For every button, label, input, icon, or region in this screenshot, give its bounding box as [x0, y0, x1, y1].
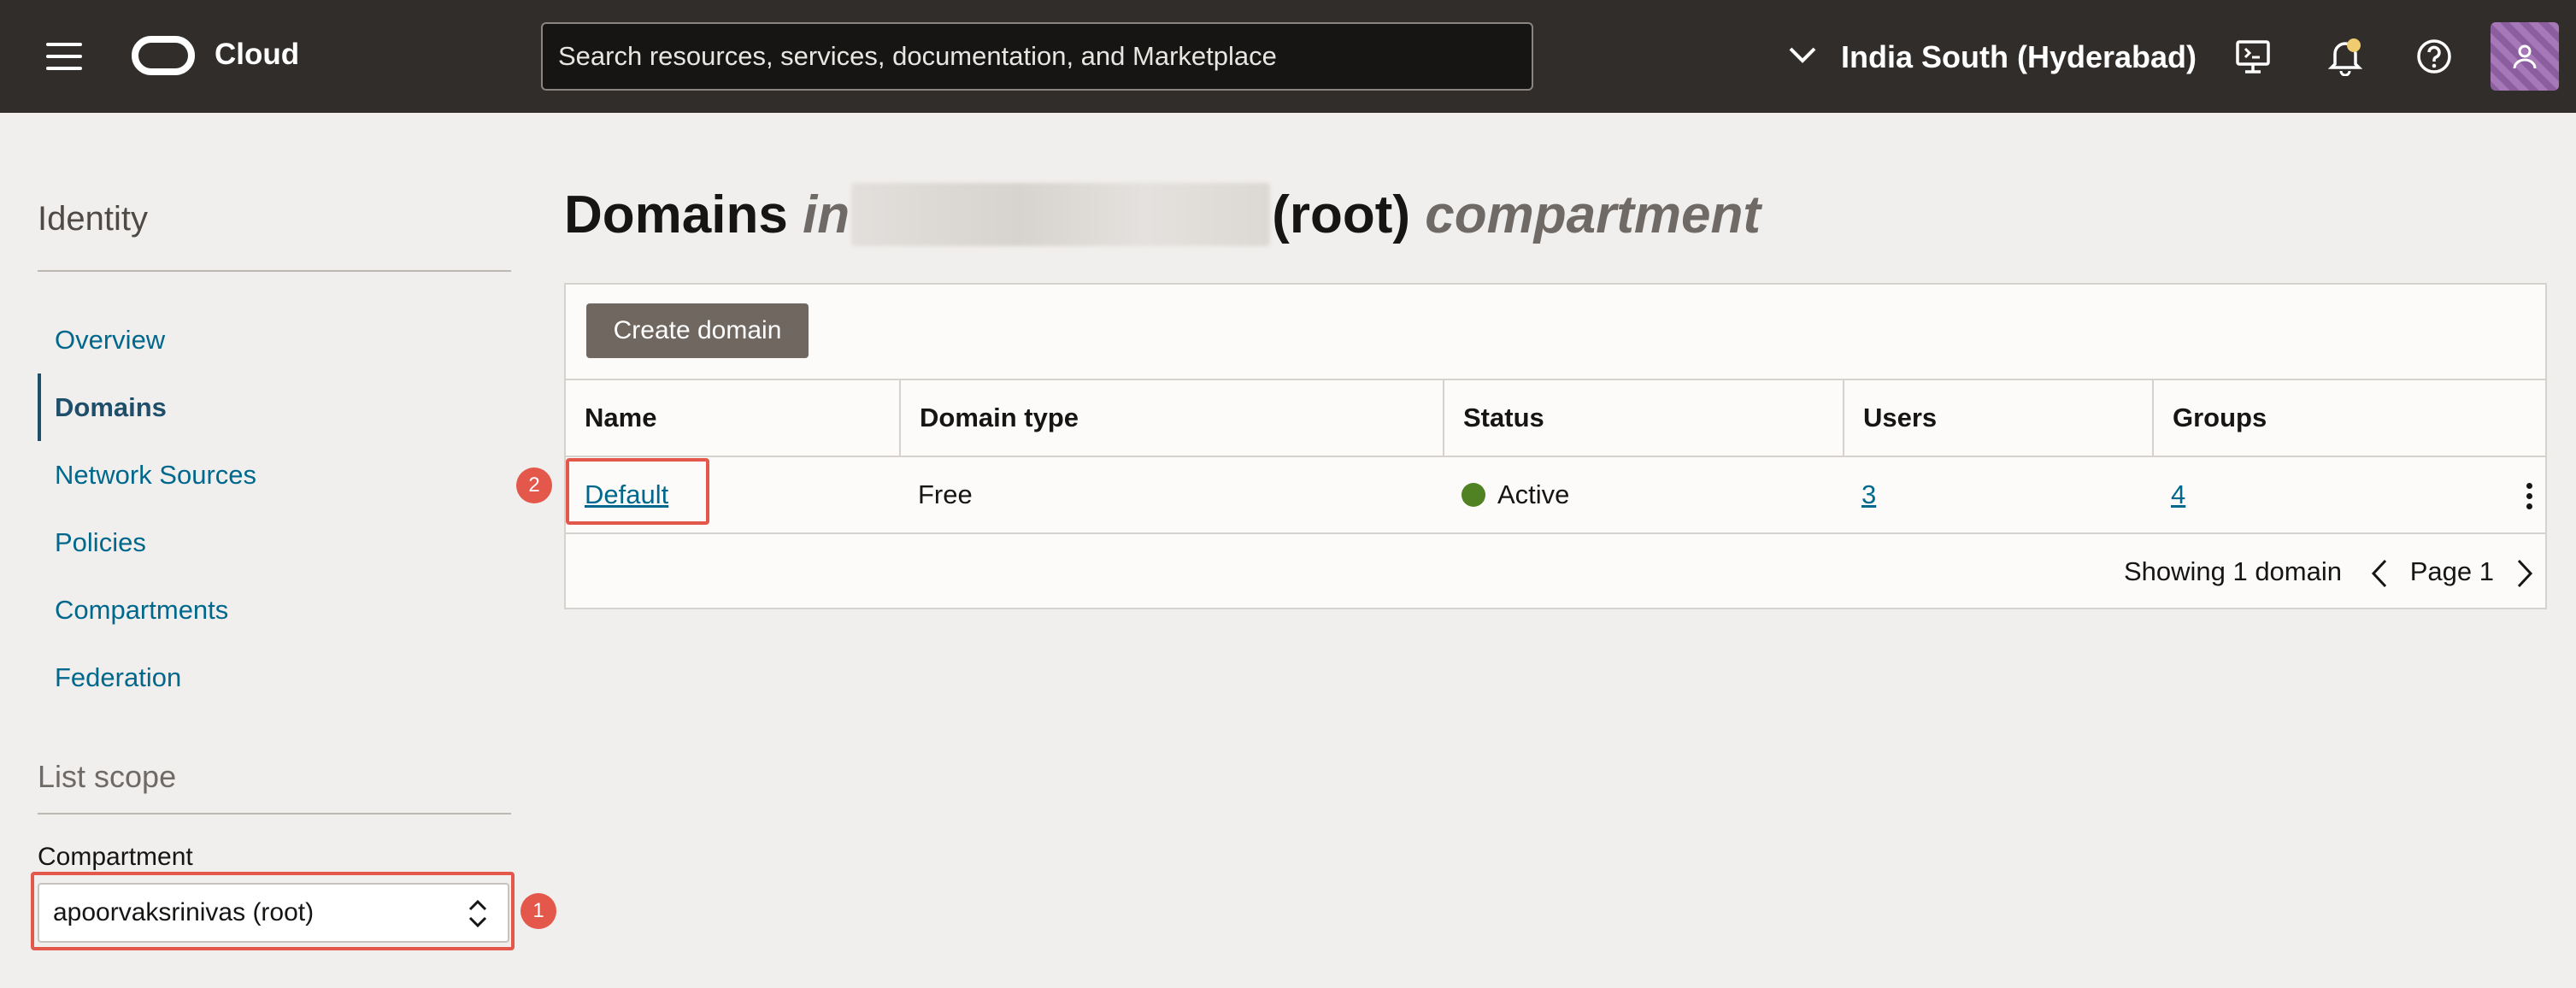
- sidebar-item-overview[interactable]: Overview: [38, 306, 511, 373]
- top-bar: Cloud India South (Hyderabad): [0, 0, 2576, 113]
- brand-name[interactable]: Cloud: [215, 38, 299, 72]
- compartment-value: apoorvaksrinivas (root): [53, 898, 315, 926]
- title-suffix: compartment: [1425, 185, 1761, 244]
- bell-icon[interactable]: [2323, 34, 2367, 79]
- sidebar-item-federation[interactable]: Federation: [38, 644, 511, 711]
- redacted-tenancy-name: [851, 183, 1271, 246]
- domain-name-link[interactable]: Default: [585, 479, 668, 509]
- scope-divider: [38, 813, 511, 815]
- showing-count: Showing 1 domain: [2123, 556, 2342, 586]
- domains-panel: Create domain Name Domain type Status Us…: [564, 283, 2547, 609]
- column-header-status[interactable]: Status: [1443, 380, 1843, 456]
- column-header-name[interactable]: Name: [566, 380, 899, 456]
- compartment-select[interactable]: apoorvaksrinivas (root): [38, 883, 509, 943]
- domain-name-cell: Default: [566, 457, 899, 532]
- step-badge-2: 2: [516, 468, 552, 503]
- sidebar-title: Identity: [38, 200, 148, 238]
- oracle-logo-icon[interactable]: [132, 36, 195, 75]
- title-main: Domains: [564, 185, 788, 244]
- list-scope-title: List scope: [38, 759, 177, 794]
- chevron-right-icon[interactable]: [2514, 558, 2535, 589]
- domains-table: Name Domain type Status Users Groups Def…: [566, 379, 2545, 609]
- create-domain-button[interactable]: Create domain: [586, 303, 809, 358]
- chevron-up-down-icon: [468, 899, 487, 928]
- page-indicator: Page 1: [2409, 556, 2494, 586]
- groups-cell: 4: [2152, 457, 2545, 532]
- table-header-row: Name Domain type Status Users Groups: [566, 379, 2545, 456]
- kebab-menu-icon[interactable]: [2526, 483, 2533, 514]
- sidebar-item-policies[interactable]: Policies: [38, 509, 511, 576]
- sidebar-item-domains[interactable]: Domains: [38, 373, 511, 441]
- table-row: Default Free Active 3 4: [566, 456, 2545, 532]
- column-header-domain-type[interactable]: Domain type: [899, 380, 1443, 456]
- page-title: Domains in (root) compartment: [564, 183, 1761, 246]
- user-icon[interactable]: [2491, 22, 2559, 91]
- status-cell: Active: [1443, 457, 1843, 532]
- users-count-link[interactable]: 3: [1861, 479, 1876, 509]
- compartment-label: Compartment: [38, 843, 193, 871]
- table-footer: Showing 1 domain Page 1: [566, 532, 2545, 609]
- sidebar-nav: Overview Domains Network Sources Policie…: [38, 306, 511, 711]
- column-header-groups[interactable]: Groups: [2152, 380, 2545, 456]
- users-cell: 3: [1843, 457, 2152, 532]
- sidebar-item-network-sources[interactable]: Network Sources: [38, 441, 511, 509]
- status-text: Active: [1497, 479, 1570, 509]
- help-icon[interactable]: [2412, 34, 2456, 79]
- chevron-left-icon[interactable]: [2369, 558, 2390, 589]
- cloud-shell-icon[interactable]: [2231, 34, 2275, 79]
- domain-type-cell: Free: [918, 479, 973, 509]
- hamburger-menu-icon[interactable]: [46, 43, 82, 70]
- sidebar-item-compartments[interactable]: Compartments: [38, 576, 511, 644]
- sidebar-divider: [38, 270, 511, 272]
- chevron-down-icon[interactable]: [1788, 44, 1817, 65]
- title-root: (root): [1272, 185, 1410, 244]
- search-input[interactable]: [541, 22, 1533, 91]
- region-selector[interactable]: India South (Hyderabad): [1841, 39, 2197, 75]
- groups-count-link[interactable]: 4: [2171, 479, 2185, 509]
- column-header-users[interactable]: Users: [1843, 380, 2152, 456]
- step-badge-1: 1: [520, 893, 556, 929]
- active-status-icon: [1461, 483, 1485, 507]
- title-in: in: [803, 185, 850, 244]
